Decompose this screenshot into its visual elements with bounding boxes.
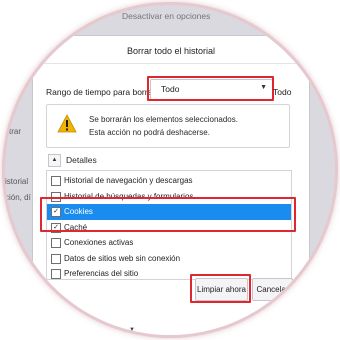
chevron-down-icon: ▼	[129, 327, 135, 333]
checkbox[interactable]	[51, 269, 61, 279]
warning-line-1: Se borrarán los elementos seleccionados.	[89, 115, 238, 124]
warning-box: Se borrarán los elementos seleccionados.…	[46, 104, 290, 148]
chevron-up-icon: ▲	[51, 157, 58, 163]
checkbox[interactable]	[51, 253, 61, 264]
list-item-active-logins[interactable]: Conexiones activas	[47, 235, 291, 251]
warning-line-2: Esta acción no podrá deshacerse.	[89, 128, 210, 137]
highlight-items-box	[40, 197, 296, 232]
dialog-title: Borrar todo el historial	[126, 46, 216, 56]
item-label: Historial de navegación y descargas	[64, 176, 193, 185]
time-range-suffix: Todo	[273, 87, 292, 97]
checkbox[interactable]	[51, 238, 61, 248]
highlight-clear-button-box	[190, 274, 251, 303]
warning-icon	[57, 114, 77, 133]
time-range-label: Rango de tiempo para borrar:	[46, 87, 158, 97]
details-label: Detalles	[66, 155, 97, 165]
zoom-lens: Desactivar en opciones strar istorial ci…	[5, 5, 335, 335]
item-label: Datos de sitios web sin conexión	[64, 253, 181, 263]
details-toggle-button[interactable]: ▲	[48, 154, 61, 167]
checkbox[interactable]	[51, 176, 61, 186]
item-label: Preferencias del sitio	[64, 269, 139, 278]
item-label: Conexiones activas	[64, 238, 134, 247]
title-divider	[33, 63, 309, 64]
clear-history-dialog: Borrar todo el historial Rango de tiempo…	[32, 35, 310, 335]
highlight-range-box	[147, 76, 274, 101]
cancel-button[interactable]: Cancelar	[252, 278, 293, 301]
list-item-offline-data[interactable]: Datos de sitios web sin conexión	[47, 251, 291, 267]
list-item-browsing-history[interactable]: Historial de navegación y descargas	[47, 173, 291, 189]
